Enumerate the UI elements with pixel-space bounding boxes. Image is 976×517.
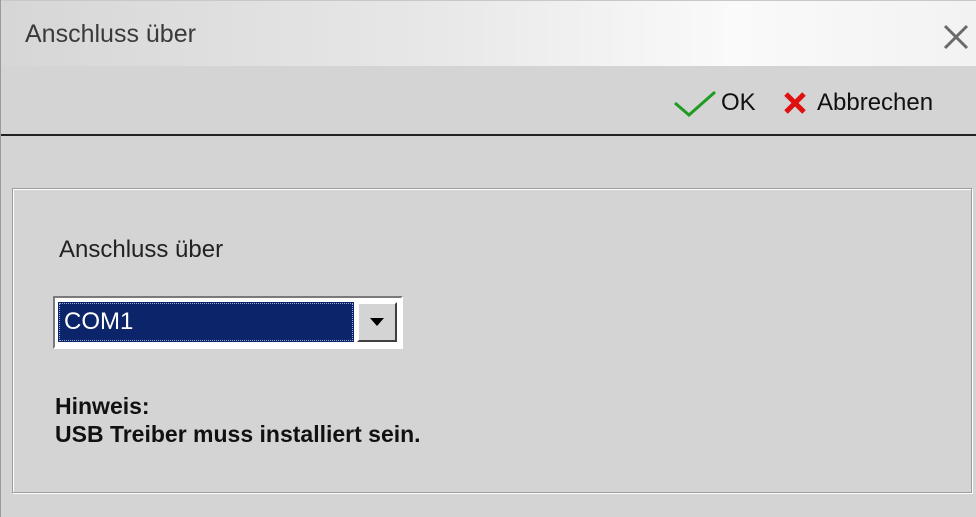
hint-text: USB Treiber muss installiert sein.	[55, 421, 421, 447]
window-title: Anschluss über	[25, 20, 196, 48]
dialog-window: Anschluss über OK Abbrechen Anschluss üb…	[0, 0, 976, 517]
ok-label: OK	[721, 89, 756, 116]
toolbar: OK Abbrechen	[1, 66, 976, 136]
cancel-button[interactable]: Abbrechen	[783, 86, 933, 120]
cancel-label: Abbrechen	[817, 89, 934, 116]
close-button[interactable]	[939, 21, 973, 53]
chevron-down-icon	[370, 318, 384, 326]
checkmark-icon	[674, 90, 716, 117]
hint-block: Hinweis: USB Treiber muss installiert se…	[55, 392, 421, 448]
hint-title: Hinweis:	[55, 393, 150, 419]
title-bar[interactable]: Anschluss über	[1, 0, 976, 66]
dropdown-button[interactable]	[357, 302, 397, 342]
connection-label: Anschluss über	[59, 236, 224, 263]
port-select-value[interactable]: COM1	[58, 302, 354, 342]
close-icon	[943, 24, 969, 50]
x-icon	[784, 92, 806, 114]
port-select[interactable]: COM1	[53, 296, 403, 349]
ok-button[interactable]: OK	[673, 86, 756, 120]
connection-panel: Anschluss über COM1 Hinweis: USB Treiber…	[12, 188, 972, 493]
